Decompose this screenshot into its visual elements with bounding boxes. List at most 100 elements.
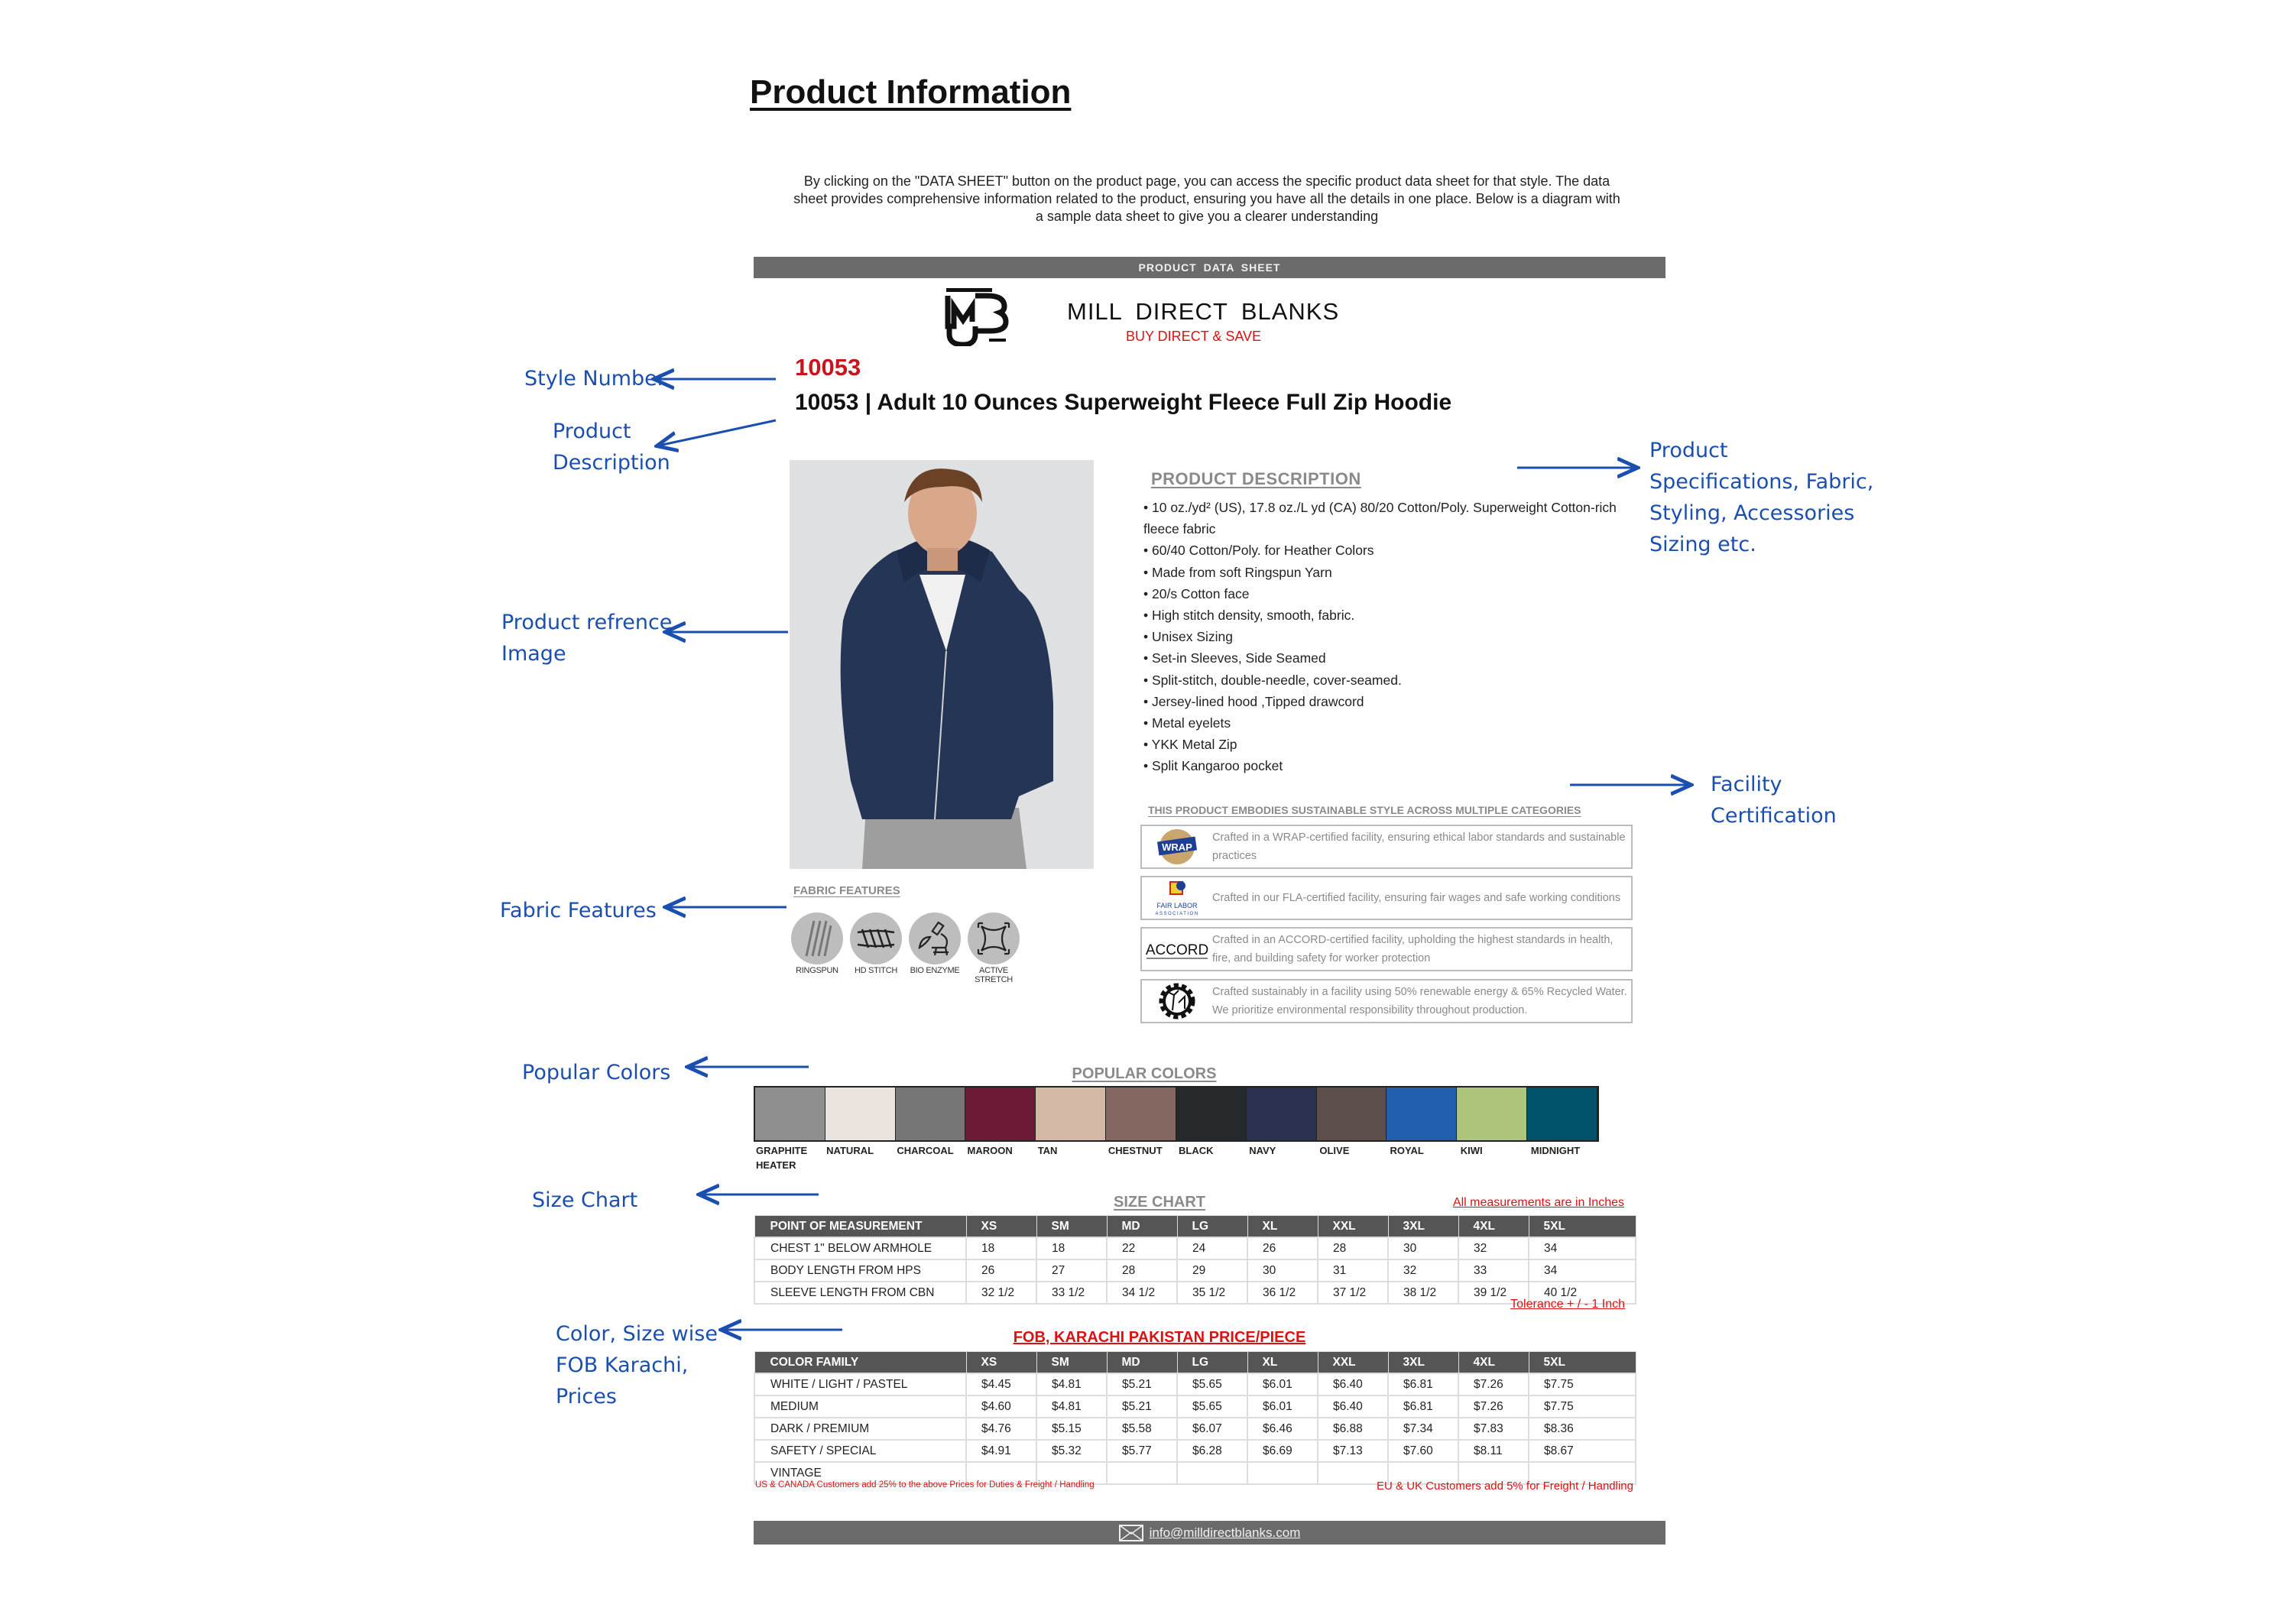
table-row: SAFETY / SPECIAL $4.91 $5.32 $5.77 $6.28 $6.6… (754, 1439, 1636, 1463)
table-cell: $7.83 (1458, 1417, 1529, 1441)
row-label: BODY LENGTH FROM HPS (754, 1259, 967, 1282)
certification-item: ACCORD Crafted in an ACCORD-certified fac… (1140, 927, 1633, 971)
annotation-fabric-features: Fabric Features (500, 899, 657, 922)
email-link[interactable]: info@milldirectblanks.com (1150, 1525, 1301, 1541)
table-cell: $6.07 (1176, 1417, 1248, 1441)
row-label: SLEEVE LENGTH FROM CBN (754, 1281, 967, 1305)
table-cell: 30 (1247, 1259, 1318, 1282)
color-swatch[interactable] (1387, 1088, 1458, 1140)
footer-bar: info@milldirectblanks.com (754, 1521, 1665, 1545)
color-swatch-label: TAN (1037, 1145, 1058, 1156)
annotation-certification: Facility Certification (1711, 769, 1837, 831)
description-bullet: • Metal eyelets (1143, 715, 1231, 731)
table-cell: 34 (1528, 1237, 1636, 1260)
color-swatch[interactable] (1316, 1088, 1387, 1140)
table-cell: $7.34 (1387, 1417, 1459, 1441)
table-cell: $6.88 (1317, 1417, 1389, 1441)
table-cell: $6.46 (1247, 1417, 1318, 1441)
fair-labor-logo-icon: FAIR LABOR ASSOCIATION (1142, 877, 1212, 919)
table-cell (1176, 1461, 1248, 1485)
row-label: CHEST 1" BELOW ARMHOLE (754, 1237, 967, 1260)
column-header: 4XL (1458, 1215, 1529, 1238)
wrap-logo-icon: WRAP (1142, 826, 1212, 867)
color-swatch[interactable] (895, 1088, 966, 1140)
table-cell: $5.58 (1106, 1417, 1178, 1441)
table-cell: $5.21 (1106, 1395, 1178, 1418)
table-cell: 37 1/2 (1317, 1281, 1389, 1305)
product-description-heading: PRODUCT DESCRIPTION (1151, 469, 1361, 488)
intro-paragraph: By clicking on the "DATA SHEET" button o… (793, 173, 1620, 224)
column-header: 3XL (1387, 1215, 1459, 1238)
color-swatch[interactable] (1527, 1088, 1597, 1140)
column-header: MD (1106, 1215, 1178, 1238)
table-cell: $7.26 (1458, 1373, 1529, 1396)
us-canada-note: US & CANADA Customers add 25% to the abo… (755, 1480, 1095, 1489)
certification-text: Crafted sustainably in a facility using … (1212, 986, 1627, 1016)
description-bullet: • 20/s Cotton face (1143, 585, 1250, 601)
table-cell: $5.32 (1036, 1439, 1108, 1463)
svg-text:ACCORD: ACCORD (1146, 942, 1208, 958)
color-swatch[interactable] (1106, 1088, 1176, 1140)
table-cell: $5.65 (1176, 1395, 1248, 1418)
price-table-heading: FOB, KARACHI PAKISTAN PRICE/PIECE (1013, 1329, 1306, 1346)
table-cell: 28 (1317, 1237, 1389, 1260)
description-bullet: • YKK Metal Zip (1143, 737, 1237, 753)
brand-name: MILL DIRECT BLANKS (1067, 298, 1340, 325)
table-cell: $7.75 (1528, 1373, 1636, 1396)
fabric-feature: ACTIVE STRETCH (959, 912, 1028, 984)
annotation-line: Sizing etc. (1649, 533, 1756, 556)
table-cell: $8.11 (1458, 1439, 1529, 1463)
table-header-row: POINT OF MEASUREMENT XS SM MD LG XL XXL 3XL 4XL 5… (754, 1215, 1636, 1238)
column-header: SM (1036, 1351, 1108, 1374)
product-title: 10053 | Adult 10 Ounces Superweight Flee… (795, 390, 1452, 415)
column-header: 5XL (1528, 1215, 1636, 1238)
table-cell: $4.76 (965, 1417, 1037, 1441)
annotation-line: Product (1649, 439, 1728, 462)
table-cell: 38 1/2 (1387, 1281, 1459, 1305)
color-swatch[interactable] (965, 1088, 1036, 1140)
color-swatch[interactable] (1176, 1088, 1247, 1140)
description-bullet: • Unisex Sizing (1143, 629, 1234, 645)
column-header: LG (1176, 1215, 1248, 1238)
table-cell: 30 (1387, 1237, 1459, 1260)
table-cell: $7.26 (1458, 1395, 1529, 1418)
color-swatch[interactable] (825, 1088, 896, 1140)
column-header: COLOR FAMILY (754, 1351, 967, 1374)
table-row: MEDIUM $4.60 $4.81 $5.21 $5.65 $6.01 $6.40 $6.8… (754, 1395, 1636, 1418)
certification-text: Crafted in our FLA-certified facility, e… (1212, 892, 1621, 904)
table-cell: 18 (1036, 1237, 1108, 1260)
color-swatch[interactable] (1457, 1088, 1528, 1140)
annotation-size-chart: Size Chart (532, 1188, 638, 1212)
units-note: All measurements are in Inches (1452, 1196, 1624, 1209)
annotation-line: Image (501, 642, 566, 666)
style-number: 10053 (795, 354, 861, 381)
table-cell: $8.67 (1528, 1439, 1636, 1463)
product-reference-image (790, 460, 1094, 869)
column-header: XS (965, 1215, 1037, 1238)
table-row: SLEEVE LENGTH FROM CBN 32 1/2 33 1/2 34 1/2… (754, 1281, 1636, 1305)
table-row: WHITE / LIGHT / PASTEL $4.45 $4.81 $5.21 $5.… (754, 1373, 1636, 1396)
color-swatch-label: CHARCOAL (897, 1145, 954, 1156)
table-cell: 35 1/2 (1176, 1281, 1248, 1305)
row-label: SAFETY / SPECIAL (754, 1439, 967, 1463)
color-swatch-label: NAVY (1249, 1145, 1276, 1156)
color-swatch[interactable] (755, 1088, 825, 1140)
svg-text:WRAP: WRAP (1162, 841, 1192, 853)
annotation-line: Styling, Accessories (1649, 501, 1855, 525)
column-header: XXL (1317, 1215, 1389, 1238)
certification-text: Crafted in a WRAP-certified facility, en… (1212, 831, 1626, 862)
column-header: 5XL (1528, 1351, 1636, 1374)
annotation-style-number: Style Number (524, 367, 666, 391)
product-description-list: • 10 oz./yd² (US), 17.8 oz./L yd (CA) 80… (1143, 497, 1648, 777)
annotation-product-description: Product Description (553, 416, 670, 478)
description-bullet: • High stitch density, smooth, fabric. (1143, 608, 1355, 624)
color-swatch[interactable] (1036, 1088, 1107, 1140)
table-cell: $4.81 (1036, 1373, 1108, 1396)
data-sheet-header-bar: PRODUCT DATA SHEET (754, 257, 1665, 278)
annotation-prices: Color, Size wise FOB Karachi, Prices (556, 1318, 718, 1412)
color-swatch[interactable] (1246, 1088, 1317, 1140)
certification-item: Crafted sustainably in a facility using … (1140, 979, 1633, 1023)
certification-item: FAIR LABOR ASSOCIATION Crafted in our FLA-… (1140, 876, 1633, 920)
color-swatch-label: CHESTNUT (1108, 1145, 1163, 1156)
color-swatch-strip (754, 1086, 1599, 1142)
